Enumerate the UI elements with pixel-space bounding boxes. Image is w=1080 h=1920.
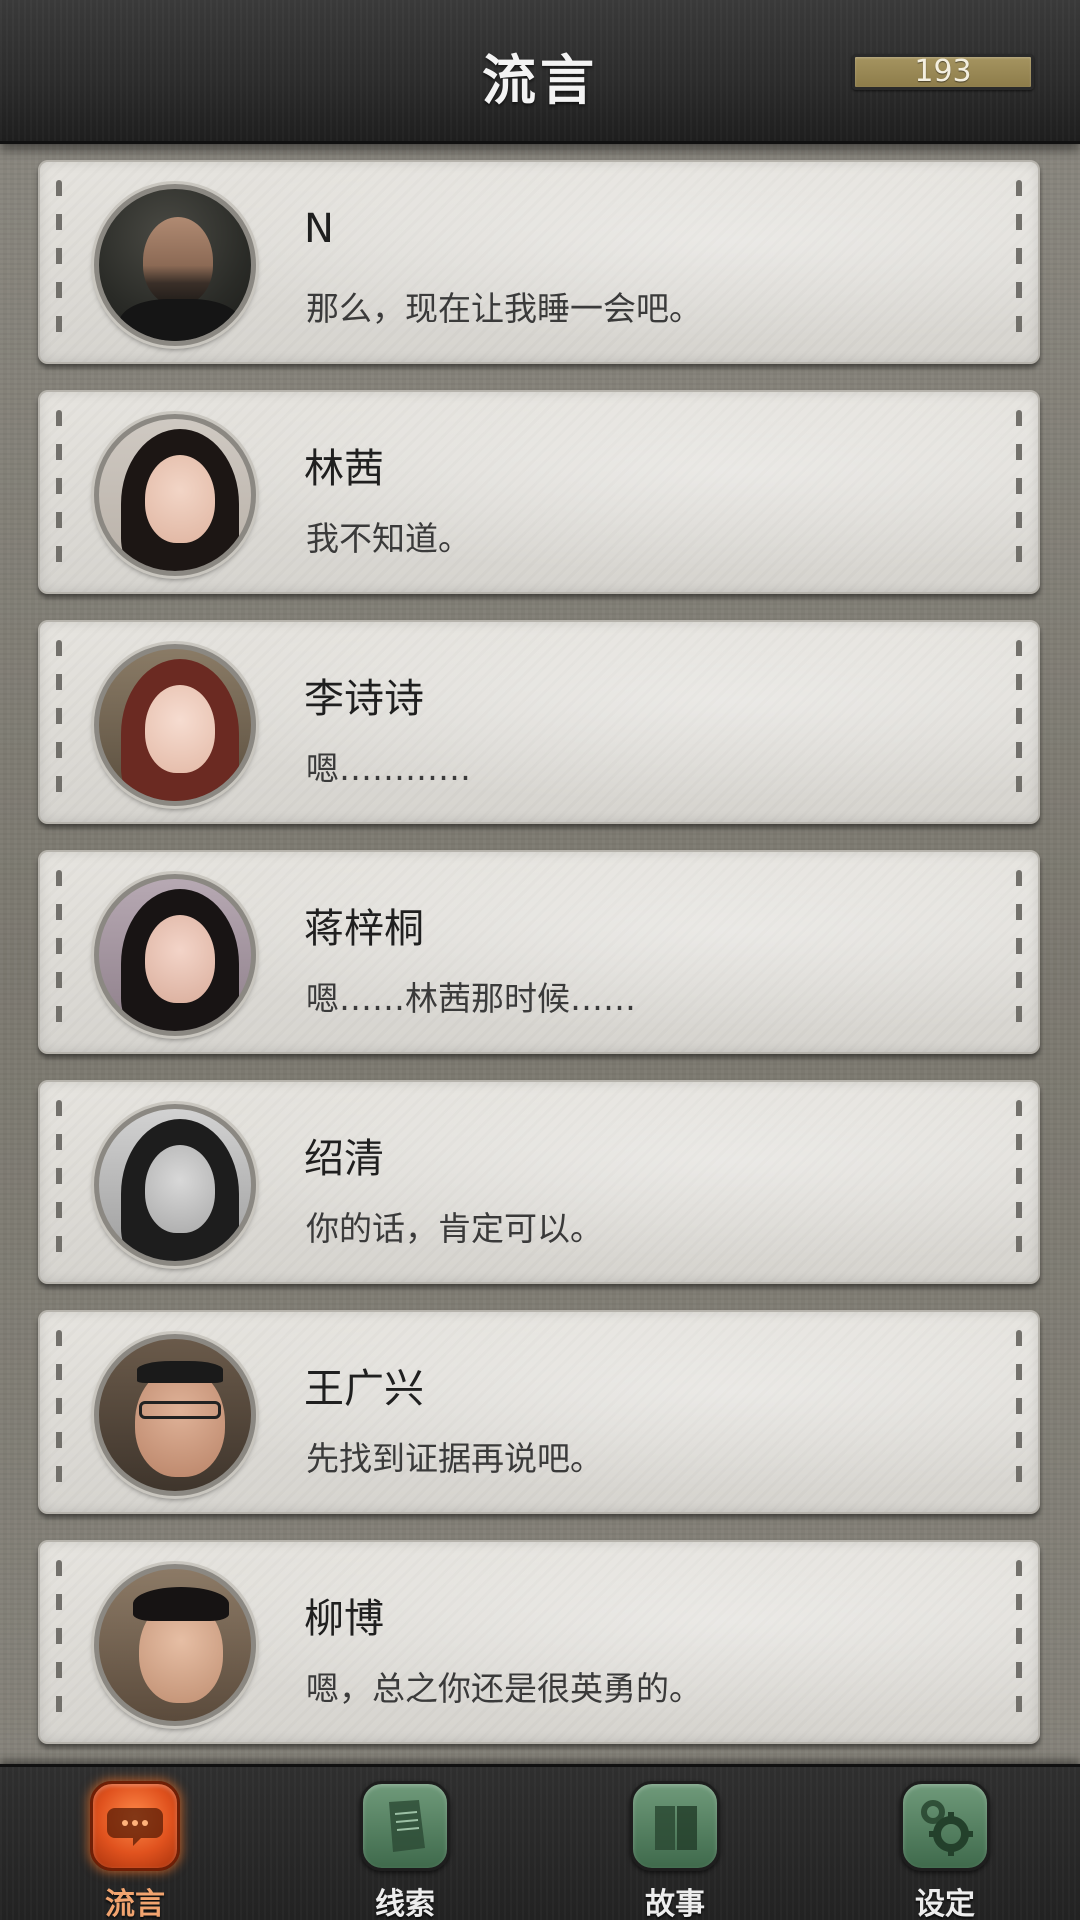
card-stitch xyxy=(1016,870,1022,1034)
sender-name: 绍清 xyxy=(304,1136,384,1182)
message-preview: 嗯，总之你还是很英勇的。 xyxy=(306,1669,702,1708)
gear-icon xyxy=(900,1781,990,1871)
message-card[interactable]: 蒋梓桐 嗯……林茜那时候…… xyxy=(38,850,1040,1054)
sender-name: 蒋梓桐 xyxy=(304,906,424,952)
message-card[interactable]: 李诗诗 嗯………… xyxy=(38,620,1040,824)
avatar-n xyxy=(94,184,256,346)
avatar-linqian xyxy=(94,414,256,576)
card-stitch xyxy=(1016,410,1022,574)
sender-name: 林茜 xyxy=(304,446,384,492)
avatar-shaoqing xyxy=(94,1104,256,1266)
top-bar: 流言 193 xyxy=(0,0,1080,144)
message-preview: 嗯………… xyxy=(306,749,471,788)
message-card[interactable]: 绍清 你的话，肯定可以。 xyxy=(38,1080,1040,1284)
tab-label: 故事 xyxy=(645,1887,705,1920)
sender-name: 李诗诗 xyxy=(304,676,424,722)
message-card[interactable]: 林茜 我不知道。 xyxy=(38,390,1040,594)
sender-name: 王广兴 xyxy=(304,1366,424,1412)
tab-story[interactable]: 故事 xyxy=(620,1781,730,1920)
tab-rumors[interactable]: 流言 xyxy=(80,1781,190,1920)
card-stitch xyxy=(1016,1330,1022,1494)
bottom-tab-bar: 流言 线索 故事 设定 xyxy=(0,1764,1080,1920)
message-preview: 先找到证据再说吧。 xyxy=(306,1439,603,1478)
card-stitch xyxy=(56,1560,62,1724)
message-card[interactable]: N 那么，现在让我睡一会吧。 xyxy=(38,160,1040,364)
tab-label: 线索 xyxy=(375,1887,435,1920)
card-stitch xyxy=(56,180,62,344)
currency-counter: 193 xyxy=(852,54,1034,90)
card-stitch xyxy=(56,640,62,804)
message-preview: 我不知道。 xyxy=(306,519,471,558)
card-stitch xyxy=(1016,180,1022,344)
sender-name: 柳博 xyxy=(304,1596,384,1642)
card-stitch xyxy=(56,410,62,574)
card-stitch xyxy=(1016,640,1022,804)
avatar-jiangzitong xyxy=(94,874,256,1036)
tab-clues[interactable]: 线索 xyxy=(350,1781,460,1920)
card-stitch xyxy=(56,870,62,1034)
message-card[interactable]: 王广兴 先找到证据再说吧。 xyxy=(38,1310,1040,1514)
rumors-screen: 流言 193 N 那么，现在让我睡一会吧。 林茜 我不知道。 李诗诗 嗯…………… xyxy=(0,0,1080,1920)
message-preview: 那么，现在让我睡一会吧。 xyxy=(306,289,702,328)
tab-label: 设定 xyxy=(915,1887,975,1920)
book-icon xyxy=(630,1781,720,1871)
tab-settings[interactable]: 设定 xyxy=(890,1781,1000,1920)
sender-name: N xyxy=(304,206,334,252)
tab-label: 流言 xyxy=(105,1887,165,1920)
card-stitch xyxy=(1016,1560,1022,1724)
paper-clue-icon xyxy=(360,1781,450,1871)
avatar-liubo xyxy=(94,1564,256,1726)
counter-value: 193 xyxy=(914,54,972,89)
card-stitch xyxy=(56,1100,62,1264)
message-preview: 嗯……林茜那时候…… xyxy=(306,979,636,1018)
message-preview: 你的话，肯定可以。 xyxy=(306,1209,603,1248)
avatar-wangguangxing xyxy=(94,1334,256,1496)
chat-bubble-icon xyxy=(90,1781,180,1871)
card-stitch xyxy=(56,1330,62,1494)
card-stitch xyxy=(1016,1100,1022,1264)
avatar-lishishi xyxy=(94,644,256,806)
message-card[interactable]: 柳博 嗯，总之你还是很英勇的。 xyxy=(38,1540,1040,1744)
